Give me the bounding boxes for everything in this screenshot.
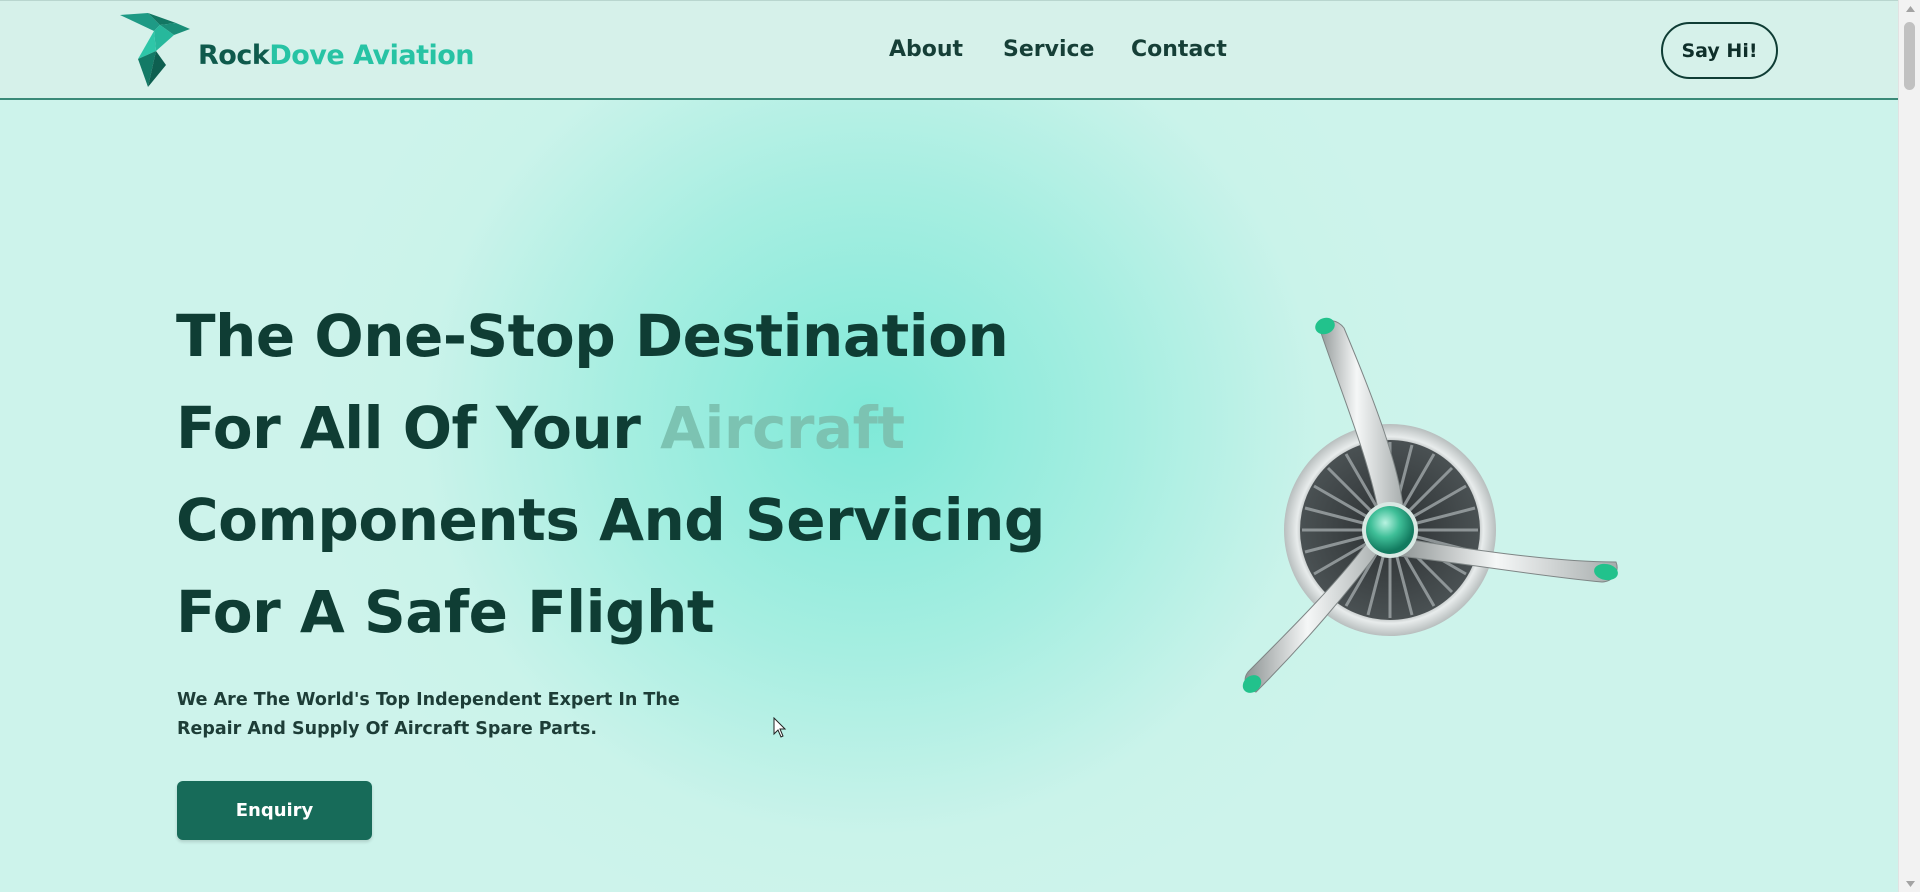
say-hi-button[interactable]: Say Hi! bbox=[1661, 22, 1778, 79]
page: RockDove Aviation About Service Contact … bbox=[0, 0, 1898, 892]
scroll-down-arrow-icon[interactable] bbox=[1899, 875, 1920, 892]
headline-line-2: For All Of Your Aircraft bbox=[176, 382, 1076, 474]
hero-subtext-line-1: We Are The World's Top Independent Exper… bbox=[177, 690, 680, 710]
scrollbar-thumb[interactable] bbox=[1904, 22, 1915, 90]
site-header: RockDove Aviation About Service Contact … bbox=[0, 0, 1898, 100]
viewport: RockDove Aviation About Service Contact … bbox=[0, 0, 1920, 892]
hero-subtext-line-2: Repair And Supply Of Aircraft Spare Part… bbox=[177, 719, 598, 739]
headline-accent-word: Aircraft bbox=[660, 394, 905, 462]
jet-engine-propeller-icon bbox=[1242, 317, 1618, 693]
vertical-scrollbar[interactable] bbox=[1898, 0, 1920, 892]
headline-line-2-prefix: For All Of Your bbox=[176, 394, 661, 462]
enquiry-button[interactable]: Enquiry bbox=[177, 781, 372, 840]
scroll-up-arrow-icon[interactable] bbox=[1899, 0, 1920, 17]
hero-subtext: We Are The World's Top Independent Exper… bbox=[177, 686, 697, 744]
nav-link-service[interactable]: Service bbox=[1003, 37, 1094, 62]
headline-line-4: For A Safe Flight bbox=[176, 578, 715, 646]
nav-link-about[interactable]: About bbox=[889, 37, 963, 62]
main-nav: About Service Contact bbox=[0, 37, 1898, 67]
hero-headline: The One-Stop Destination For All Of Your… bbox=[176, 290, 1076, 658]
mouse-pointer-icon bbox=[773, 717, 787, 738]
nav-link-contact[interactable]: Contact bbox=[1131, 37, 1227, 62]
headline-line-3: Components And Servicing bbox=[176, 486, 1045, 554]
headline-line-1: The One-Stop Destination bbox=[176, 302, 1009, 370]
